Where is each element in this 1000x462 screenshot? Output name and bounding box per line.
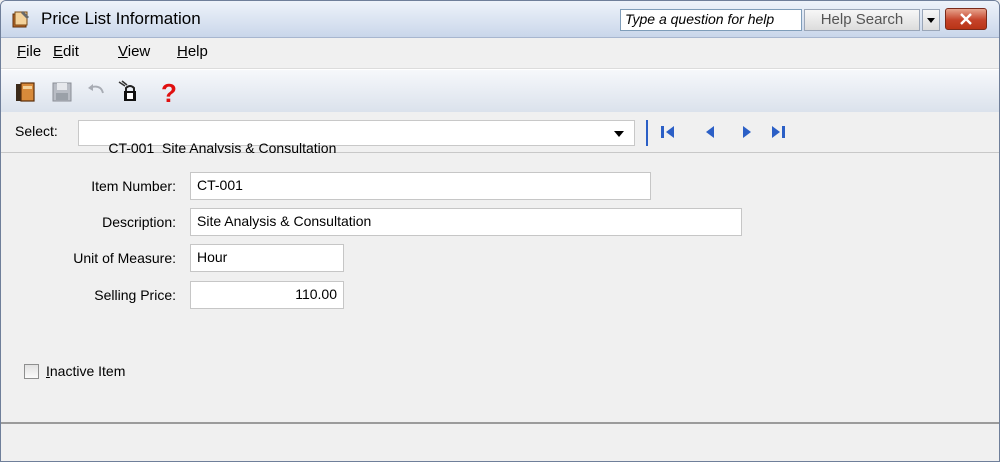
description-field[interactable]: Site Analysis & Consultation (190, 208, 742, 236)
save-disk-icon (52, 82, 72, 102)
previous-record-icon[interactable] (701, 124, 721, 140)
help-question-input[interactable]: Type a question for help (620, 9, 802, 31)
help-question-icon[interactable]: ? (157, 80, 181, 104)
menu-bar: File Edit View Help (1, 38, 999, 69)
item-number-label: Item Number: (91, 178, 176, 194)
description-label: Description: (102, 214, 176, 230)
item-number-field[interactable]: CT-001 (190, 172, 651, 200)
help-search-button[interactable]: Help Search (804, 9, 920, 31)
title-bar: Price List Information Type a question f… (1, 1, 999, 38)
select-label: Select: (15, 123, 58, 139)
inactive-item-checkbox[interactable] (24, 364, 39, 379)
last-record-icon[interactable] (768, 124, 788, 140)
menu-edit[interactable]: Edit (53, 43, 79, 60)
svg-text:?: ? (161, 80, 177, 104)
next-record-icon[interactable] (738, 124, 758, 140)
menu-file[interactable]: File (17, 43, 41, 60)
unit-of-measure-field[interactable]: Hour (190, 244, 344, 272)
menu-view[interactable]: View (118, 43, 150, 60)
menu-help[interactable]: Help (177, 43, 208, 60)
security-padlock-icon[interactable] (116, 80, 140, 104)
record-select-bar: Select: CT-001 Site Analysis & Consultat… (1, 112, 999, 156)
nav-separator (646, 120, 648, 146)
undo-icon (88, 84, 104, 94)
app-book-icon (12, 11, 29, 28)
close-book-icon[interactable] (13, 80, 37, 104)
chevron-down-icon (614, 131, 624, 137)
item-form: Item Number: CT-001 Description: Site An… (1, 153, 999, 421)
selling-price-field[interactable]: 110.00 (190, 281, 344, 309)
selling-price-label: Selling Price: (94, 287, 176, 303)
window-title: Price List Information (41, 9, 201, 28)
help-dropdown-button[interactable] (922, 9, 940, 31)
close-icon (960, 13, 972, 25)
toolbar: ? (1, 69, 999, 113)
record-select-dropdown[interactable]: CT-001 Site Analysis & Consultation (78, 120, 635, 156)
price-list-window: Price List Information Type a question f… (0, 0, 1000, 462)
unit-of-measure-label: Unit of Measure: (73, 250, 176, 266)
inactive-item-label[interactable]: Inactive Item (46, 363, 125, 379)
close-window-button[interactable] (945, 8, 987, 30)
status-bar (1, 422, 999, 461)
first-record-icon[interactable] (659, 124, 679, 140)
